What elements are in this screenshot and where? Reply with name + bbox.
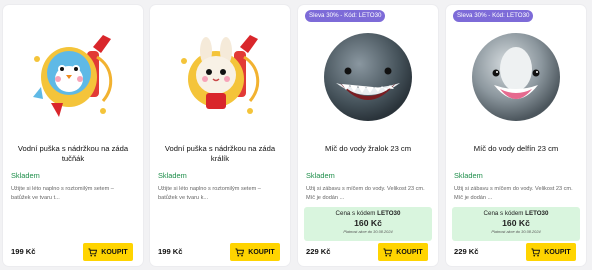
product-price: 229 Kč <box>454 247 479 256</box>
product-card[interactable]: Sleva 30% - Kód: LETO30 Míč do vody delf… <box>446 5 586 266</box>
buy-button-label: KOUPIT <box>101 248 128 256</box>
penguin-water-gun-icon[interactable] <box>23 27 123 125</box>
discount-badge: Sleva 30% - Kód: LETO30 <box>453 10 534 22</box>
stock-status: Skladem <box>11 171 40 180</box>
rabbit-water-gun-icon[interactable] <box>170 27 270 125</box>
product-card[interactable]: Sleva 30% - Kód: LETO30 Míč do vody žral… <box>298 5 438 266</box>
promo-code-box: Cena s kódem LETO30 160 Kč Platnost akce… <box>304 207 432 241</box>
product-price: 199 Kč <box>11 247 36 256</box>
buy-button[interactable]: KOUPIT <box>526 243 576 261</box>
buy-button[interactable]: KOUPIT <box>378 243 428 261</box>
product-title[interactable]: Vodní puška s nádržkou na záda tučňák <box>11 144 135 164</box>
buy-button-label: KOUPIT <box>396 248 423 256</box>
promo-code-line: Cena s kódem LETO30 <box>335 210 401 217</box>
dolphin-ball-icon[interactable] <box>466 27 566 125</box>
promo-code-line: Cena s kódem LETO30 <box>483 210 549 217</box>
product-title[interactable]: Míč do vody žralok 23 cm <box>306 144 430 154</box>
promo-validity: Platnost akce do 30.08.2024 <box>343 229 393 234</box>
buy-button-label: KOUPIT <box>544 248 571 256</box>
product-price: 229 Kč <box>306 247 331 256</box>
buy-button-label: KOUPIT <box>248 248 275 256</box>
buy-button[interactable]: KOUPIT <box>230 243 280 261</box>
promo-price: 160 Kč <box>354 218 382 228</box>
product-description: Užijte si léto naplno s roztomilým setem… <box>158 186 261 201</box>
buy-button[interactable]: KOUPIT <box>83 243 133 261</box>
product-title[interactable]: Vodní puška s nádržkou na záda králík <box>158 144 282 164</box>
product-grid: Vodní puška s nádržkou na záda tučňák Sk… <box>0 0 592 270</box>
product-description: Užij si zábavu s míčem do vody. Velikost… <box>454 186 573 201</box>
stock-status: Skladem <box>454 171 483 180</box>
product-card[interactable]: Vodní puška s nádržkou na záda tučňák Sk… <box>3 5 143 266</box>
stock-status: Skladem <box>306 171 335 180</box>
discount-badge: Sleva 30% - Kód: LETO30 <box>305 10 386 22</box>
cart-icon <box>88 247 98 256</box>
cart-icon <box>383 247 393 256</box>
promo-validity: Platnost akce do 30.08.2024 <box>491 229 541 234</box>
cart-icon <box>235 247 245 256</box>
promo-price: 160 Kč <box>502 218 530 228</box>
promo-code-box: Cena s kódem LETO30 160 Kč Platnost akce… <box>452 207 580 241</box>
cart-icon <box>531 247 541 256</box>
product-description: Užijte si léto naplno s roztomilým setem… <box>11 186 114 201</box>
product-title[interactable]: Míč do vody delfín 23 cm <box>454 144 578 154</box>
stock-status: Skladem <box>158 171 187 180</box>
product-card[interactable]: Vodní puška s nádržkou na záda králík Sk… <box>150 5 290 266</box>
shark-ball-icon[interactable] <box>318 27 418 125</box>
product-price: 199 Kč <box>158 247 183 256</box>
product-description: Užij si zábavu s míčem do vody. Velikost… <box>306 186 425 201</box>
